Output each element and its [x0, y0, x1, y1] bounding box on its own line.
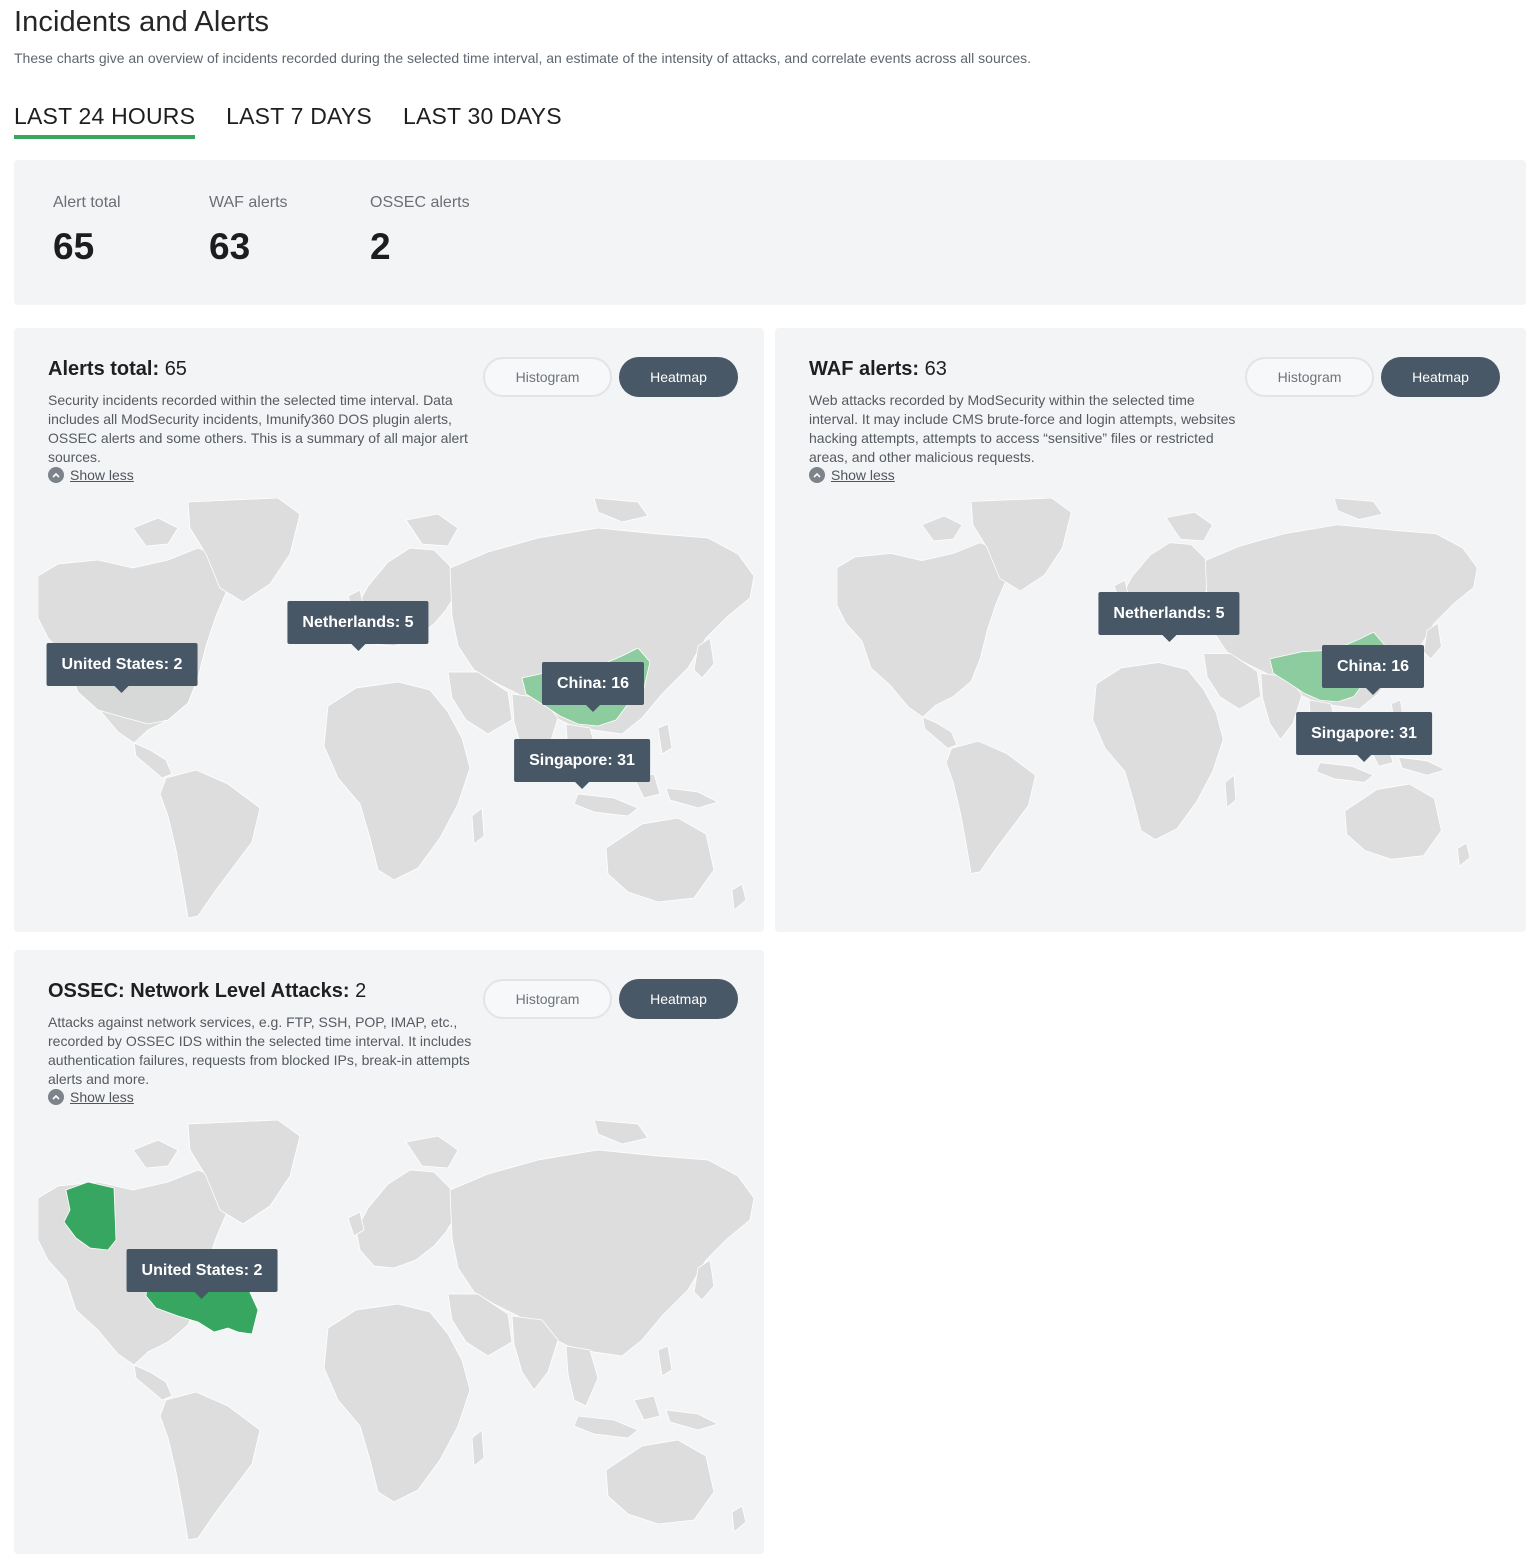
- show-less-label: Show less: [831, 467, 895, 483]
- summary-panel: Alert total 65 WAF alerts 63 OSSEC alert…: [14, 160, 1526, 305]
- histogram-button[interactable]: Histogram: [483, 979, 612, 1019]
- tooltip-netherlands: Netherlands: 5: [1098, 592, 1240, 642]
- heatmap-button[interactable]: Heatmap: [619, 979, 738, 1019]
- stat-value: 65: [53, 226, 95, 267]
- card-description: Attacks against network services, e.g. F…: [48, 1014, 472, 1087]
- tooltip-singapore: Singapore: 31: [1296, 712, 1432, 762]
- chevron-up-icon: [48, 467, 64, 483]
- stat-ossec-alerts: OSSEC alerts 2: [370, 194, 470, 268]
- chart-mode-toggle: Histogram Heatmap: [483, 979, 738, 1019]
- card-title-count: 65: [164, 358, 187, 380]
- stat-alert-total: Alert total 65: [53, 194, 121, 268]
- histogram-button[interactable]: Histogram: [483, 357, 612, 397]
- card-description: Web attacks recorded by ModSecurity with…: [809, 392, 1236, 465]
- stat-value: 2: [370, 226, 391, 267]
- card-title-label: WAF alerts:: [809, 358, 920, 380]
- chevron-up-icon: [809, 467, 825, 483]
- histogram-button[interactable]: Histogram: [1245, 357, 1374, 397]
- alerts-total-card: Alerts total: 65 Security incidents reco…: [14, 328, 764, 932]
- tooltip-singapore: Singapore: 31: [514, 739, 650, 789]
- tooltip-united-states: United States: 2: [46, 643, 198, 693]
- chevron-up-icon: [48, 1089, 64, 1105]
- card-title-count: 63: [924, 358, 947, 380]
- ossec-card: OSSEC: Network Level Attacks: 2 Attacks …: [14, 950, 764, 1554]
- heatmap-button[interactable]: Heatmap: [619, 357, 738, 397]
- waf-alerts-card: WAF alerts: 63 Web attacks recorded by M…: [775, 328, 1526, 932]
- tooltip-china: China: 16: [541, 662, 645, 712]
- tab-last-7-days[interactable]: LAST 7 DAYS: [226, 103, 372, 139]
- page-subtitle: These charts give an overview of inciden…: [14, 50, 1032, 66]
- time-range-tabs: LAST 24 HOURS LAST 7 DAYS LAST 30 DAYS: [14, 103, 562, 139]
- tab-last-30-days[interactable]: LAST 30 DAYS: [403, 103, 562, 139]
- world-heatmap: [38, 498, 756, 923]
- chart-mode-toggle: Histogram Heatmap: [483, 357, 738, 397]
- show-less-label: Show less: [70, 467, 134, 483]
- stat-label: OSSEC alerts: [370, 194, 470, 211]
- show-less-link[interactable]: Show less: [48, 467, 134, 483]
- card-title: Alerts total: 65: [48, 358, 187, 381]
- stat-label: WAF alerts: [209, 194, 288, 211]
- show-less-label: Show less: [70, 1089, 134, 1105]
- card-title-label: Alerts total:: [48, 358, 160, 380]
- card-title: WAF alerts: 63: [809, 358, 947, 381]
- world-map: [38, 498, 756, 923]
- heatmap-button[interactable]: Heatmap: [1381, 357, 1500, 397]
- tooltip-netherlands: Netherlands: 5: [287, 601, 429, 651]
- page-title: Incidents and Alerts: [14, 6, 270, 38]
- chart-mode-toggle: Histogram Heatmap: [1245, 357, 1500, 397]
- tooltip-china: China: 16: [1321, 645, 1425, 695]
- show-less-link[interactable]: Show less: [48, 1089, 134, 1105]
- card-description: Security incidents recorded within the s…: [48, 392, 468, 465]
- world-heatmap: [799, 498, 1517, 878]
- card-title: OSSEC: Network Level Attacks: 2: [48, 980, 366, 1003]
- show-less-link[interactable]: Show less: [809, 467, 895, 483]
- world-map: [799, 498, 1517, 878]
- tooltip-united-states: United States: 2: [126, 1249, 278, 1299]
- tab-last-24-hours[interactable]: LAST 24 HOURS: [14, 103, 196, 139]
- stat-value: 63: [209, 226, 251, 267]
- world-map: [38, 1120, 756, 1545]
- card-title-label: OSSEC: Network Level Attacks:: [48, 980, 350, 1002]
- world-heatmap: [38, 1120, 756, 1545]
- stat-label: Alert total: [53, 194, 121, 211]
- stat-waf-alerts: WAF alerts 63: [209, 194, 288, 268]
- card-title-count: 2: [355, 980, 367, 1002]
